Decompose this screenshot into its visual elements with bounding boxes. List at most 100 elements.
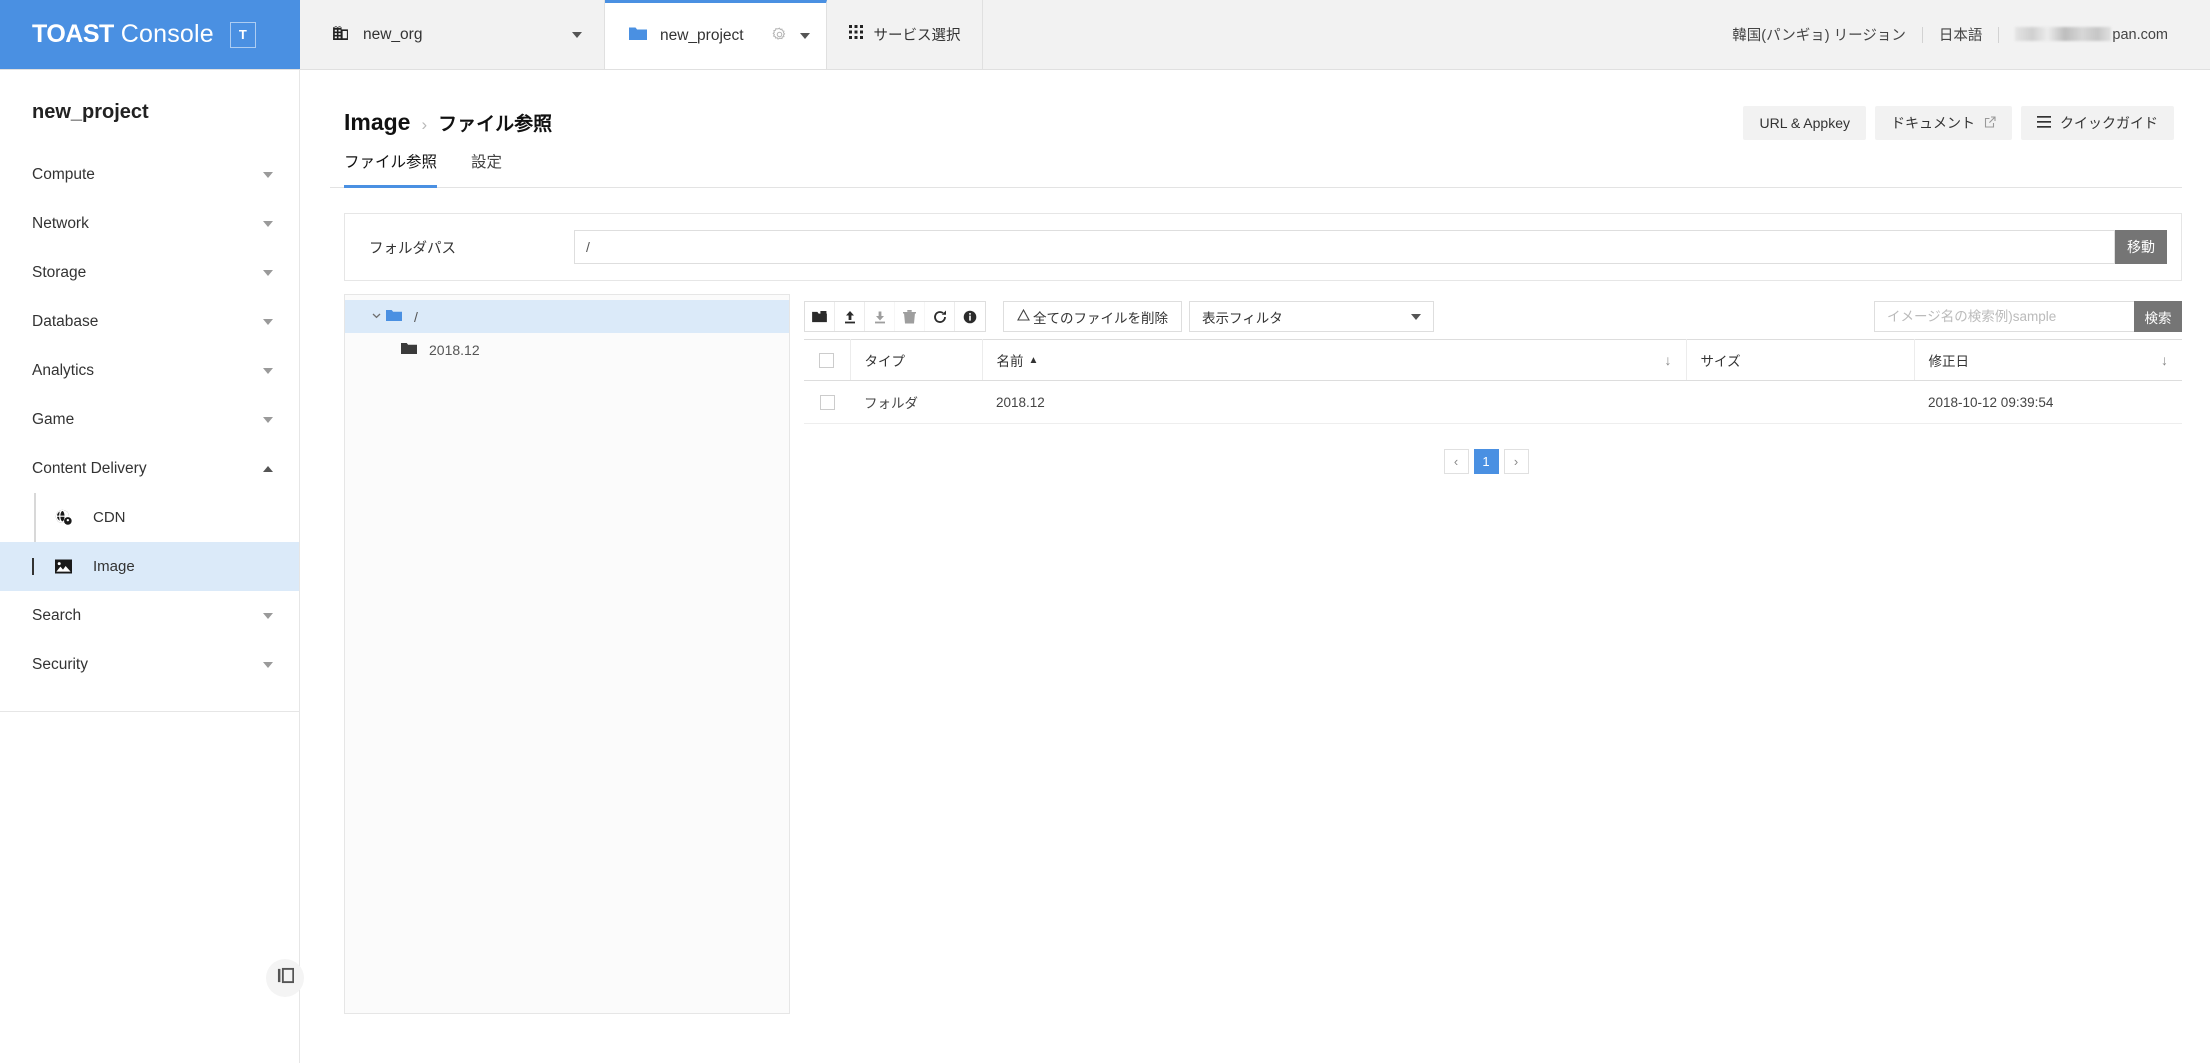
breadcrumb-root[interactable]: Image bbox=[344, 109, 410, 136]
sidebar-item-network[interactable]: Network bbox=[0, 199, 299, 248]
pagination-prev[interactable]: ‹ bbox=[1443, 449, 1469, 474]
chevron-down-icon[interactable] bbox=[371, 309, 386, 324]
page-body: new_project Compute Network Storage Data… bbox=[0, 70, 2210, 1063]
sidebar-item-security[interactable]: Security bbox=[0, 640, 299, 689]
sidebar-label-game: Game bbox=[32, 410, 75, 428]
tree-node-child[interactable]: 2018.12 bbox=[345, 333, 789, 366]
project-selector-tab[interactable]: new_project bbox=[605, 0, 827, 69]
sidebar-item-image[interactable]: Image bbox=[0, 542, 299, 591]
sidebar-collapse-button[interactable] bbox=[266, 959, 304, 997]
display-filter-select[interactable]: 表示フィルタ bbox=[1189, 301, 1434, 332]
new-folder-icon[interactable] bbox=[805, 302, 835, 331]
sidebar-item-storage[interactable]: Storage bbox=[0, 248, 299, 297]
column-type-label: タイプ bbox=[864, 354, 906, 369]
account-menu[interactable]: pan.com bbox=[1999, 26, 2184, 43]
panel-collapse-icon bbox=[277, 967, 294, 989]
folder-icon bbox=[629, 26, 647, 46]
arrow-down-icon[interactable]: ↓ bbox=[1665, 352, 1672, 368]
project-name-label: new_project bbox=[660, 27, 744, 44]
gear-icon[interactable] bbox=[772, 26, 787, 46]
folder-path-input[interactable] bbox=[574, 230, 2115, 264]
sidebar-label-content-delivery: Content Delivery bbox=[32, 459, 147, 477]
row-date: 2018-10-12 09:39:54 bbox=[1914, 380, 2182, 424]
sidebar-label-security: Security bbox=[32, 655, 88, 673]
search-input[interactable] bbox=[1874, 301, 2134, 332]
page-tabs: ファイル参照 設定 bbox=[330, 144, 2182, 188]
region-selector[interactable]: 韓国(パンギョ) リージョン bbox=[1716, 24, 1922, 45]
chevron-down-icon bbox=[263, 416, 273, 423]
brand-logo: TOAST Console bbox=[32, 20, 214, 49]
chevron-down-icon bbox=[263, 318, 273, 325]
document-button[interactable]: ドキュメント bbox=[1875, 105, 2012, 140]
sidebar-label-database: Database bbox=[32, 312, 99, 330]
row-checkbox[interactable] bbox=[819, 394, 835, 410]
sidebar-label-search: Search bbox=[32, 606, 82, 624]
sidebar-item-game[interactable]: Game bbox=[0, 395, 299, 444]
info-icon[interactable] bbox=[955, 302, 985, 331]
chevron-down-icon bbox=[1411, 313, 1421, 320]
image-icon bbox=[46, 559, 80, 574]
column-name[interactable]: 名前 ▲ ↓ bbox=[982, 339, 1687, 381]
sidebar-item-analytics[interactable]: Analytics bbox=[0, 346, 299, 395]
column-type[interactable]: タイプ bbox=[850, 339, 983, 381]
breadcrumb-separator-icon: › bbox=[421, 115, 428, 134]
sidebar-item-cdn[interactable]: CDN bbox=[0, 493, 299, 542]
chevron-down-icon bbox=[263, 612, 273, 619]
table-row[interactable]: フォルダ 2018.12 2018-10-12 09:39:54 bbox=[804, 380, 2182, 424]
arrow-down-icon[interactable]: ↓ bbox=[2161, 352, 2168, 368]
column-date[interactable]: 修正日 ↓ bbox=[1914, 339, 2182, 381]
topbar-right-group: 韓国(パンギョ) リージョン 日本語 pan.com bbox=[1716, 0, 2210, 69]
page-header: Image › ファイル参照 URL & Appkey ドキュメント クイックガ… bbox=[330, 70, 2182, 142]
display-filter-label: 表示フィルタ bbox=[1202, 310, 1283, 326]
row-size bbox=[1686, 380, 1914, 424]
url-appkey-label: URL & Appkey bbox=[1759, 114, 1850, 131]
document-label: ドキュメント bbox=[1891, 114, 1975, 131]
org-name-label: new_org bbox=[363, 25, 423, 43]
chevron-down-icon[interactable] bbox=[572, 31, 582, 38]
page-header-actions: URL & Appkey ドキュメント クイックガイド bbox=[1743, 105, 2182, 140]
sidebar-label-cdn: CDN bbox=[93, 509, 126, 526]
download-icon[interactable] bbox=[865, 302, 895, 331]
select-all-header bbox=[804, 339, 851, 381]
column-size[interactable]: サイズ bbox=[1686, 339, 1915, 381]
sidebar-item-content-delivery[interactable]: Content Delivery bbox=[0, 444, 299, 493]
folder-path-go-button[interactable]: 移動 bbox=[2115, 230, 2167, 264]
tree-node-root[interactable]: / bbox=[345, 300, 789, 333]
top-header: TOAST Console T new_org new_project サービス… bbox=[0, 0, 2210, 70]
brand-badge-icon[interactable]: T bbox=[229, 21, 256, 48]
column-size-label: サイズ bbox=[1700, 354, 1741, 369]
delete-all-files-button[interactable]: 全てのファイルを削除 bbox=[1003, 301, 1182, 332]
service-select-tab[interactable]: サービス選択 bbox=[827, 0, 983, 69]
tree-root-label: / bbox=[414, 308, 418, 325]
upload-icon[interactable] bbox=[835, 302, 865, 331]
url-appkey-button[interactable]: URL & Appkey bbox=[1743, 105, 1866, 140]
browser-content-row: / 2018.12 全てのファイルを削除 表示フィルタ イメージ名の検索例)sa… bbox=[344, 294, 2182, 1014]
tab-settings[interactable]: 設定 bbox=[471, 144, 502, 188]
building-icon bbox=[332, 24, 349, 46]
pagination-page-1[interactable]: 1 bbox=[1473, 449, 1499, 474]
delete-icon[interactable] bbox=[895, 302, 925, 331]
refresh-icon[interactable] bbox=[925, 302, 955, 331]
search-button[interactable]: 検索 bbox=[2134, 301, 2182, 332]
hamburger-icon bbox=[2037, 115, 2051, 131]
tab-file-browse[interactable]: ファイル参照 bbox=[344, 144, 438, 188]
sidebar: new_project Compute Network Storage Data… bbox=[0, 70, 304, 1063]
row-name[interactable]: 2018.12 bbox=[982, 380, 1686, 424]
project-chevron-down-icon[interactable] bbox=[800, 33, 810, 39]
quick-guide-label: クイックガイド bbox=[2060, 114, 2158, 131]
file-toolbar: 全てのファイルを削除 表示フィルタ 検索 bbox=[790, 294, 2182, 339]
brand-logo-area[interactable]: TOAST Console T bbox=[0, 0, 300, 69]
language-selector[interactable]: 日本語 bbox=[1923, 24, 1999, 45]
org-selector-tab[interactable]: new_org bbox=[300, 0, 605, 69]
sidebar-project-title: new_project bbox=[32, 101, 149, 123]
main-content: Image › ファイル参照 URL & Appkey ドキュメント クイックガ… bbox=[300, 70, 2210, 1063]
sidebar-item-search[interactable]: Search bbox=[0, 591, 299, 640]
chevron-down-icon bbox=[263, 220, 273, 227]
quick-guide-button[interactable]: クイックガイド bbox=[2021, 105, 2174, 140]
sidebar-item-database[interactable]: Database bbox=[0, 297, 299, 346]
breadcrumb-current: ファイル参照 bbox=[438, 114, 553, 135]
select-all-checkbox[interactable] bbox=[819, 352, 835, 368]
sidebar-item-compute[interactable]: Compute bbox=[0, 150, 299, 199]
tree-child-label: 2018.12 bbox=[429, 341, 480, 358]
pagination-next[interactable]: › bbox=[1503, 449, 1529, 474]
